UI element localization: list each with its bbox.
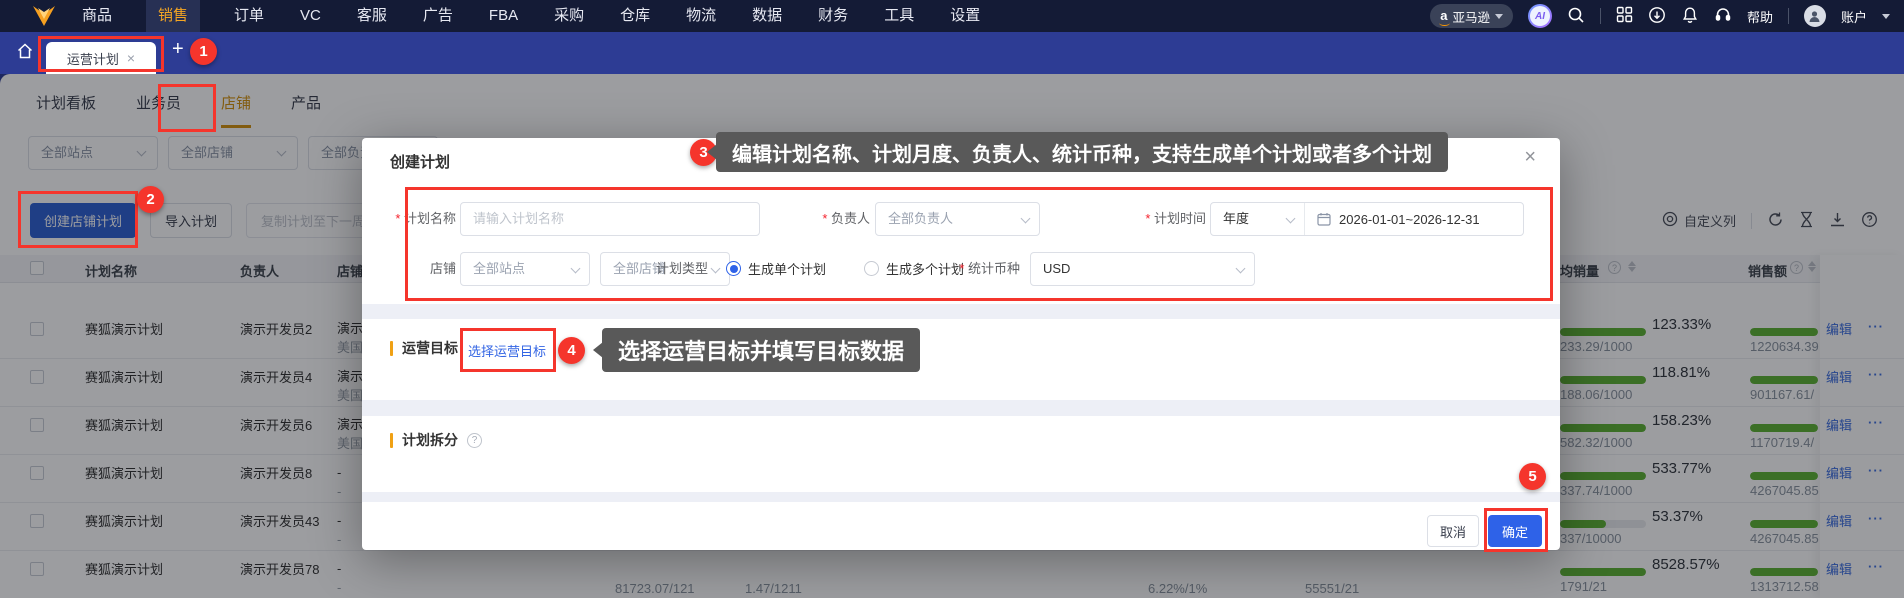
support-headset-icon[interactable] [1714,6,1732,27]
section-divider [362,304,1560,319]
chevron-down-icon [1882,13,1890,19]
nav-item[interactable]: 客服 [355,0,389,32]
annotation-box-tab [38,36,164,72]
divider [1787,8,1789,24]
nav-item[interactable]: 商品 [80,0,114,32]
nav-right-cluster: a 亚马逊 AI 帮助 账户 [1430,0,1890,32]
nav-item[interactable]: 广告 [421,0,455,32]
annotation-tooltip-4: 选择运营目标并填写目标数据 [592,328,921,372]
nav-item[interactable]: 物流 [684,0,718,32]
account-menu[interactable]: 账户 [1841,7,1867,26]
split-section-title: 计划拆分 ? [390,430,482,450]
notifications-bell-icon[interactable] [1681,6,1699,27]
close-icon[interactable]: × [1524,146,1536,169]
cancel-button[interactable]: 取消 [1427,515,1479,547]
section-bar-icon [390,340,393,356]
nav-item[interactable]: 设置 [948,0,982,32]
annotation-step-4: 4 [558,337,585,364]
modal-title: 创建计划 [390,154,451,171]
annotation-box-goal-link [460,328,556,372]
annotation-tooltip-3: 编辑计划名称、计划月度、负责人、统计币种，支持生成单个计划或者多个计划 [707,132,1448,172]
search-icon[interactable] [1567,6,1585,27]
nav-item[interactable]: 工具 [882,0,916,32]
ai-assistant-button[interactable]: AI [1527,4,1552,28]
nav-item[interactable]: 数据 [750,0,784,32]
section-divider [362,400,1560,416]
nav-item[interactable]: VC [298,0,323,32]
section-divider [362,492,1560,502]
app-logo-icon [30,4,58,31]
add-tab-button[interactable]: + [172,38,184,61]
home-icon[interactable] [16,42,34,63]
amazon-icon: a [1439,8,1451,26]
nav-item[interactable]: 仓库 [618,0,652,32]
goal-section-title: 运营目标 [390,338,458,358]
marketplace-switcher[interactable]: a 亚马逊 [1430,4,1513,28]
top-nav: 商品 销售 订单 VC 客服 广告 FBA 采购 仓库 物流 数据 财务 工具 设置 a 亚马逊 AI 帮… [0,0,1904,32]
nav-item[interactable]: FBA [487,0,520,32]
chevron-down-icon [1494,13,1503,19]
annotation-step-2: 2 [137,186,164,213]
divider [1599,8,1601,24]
annotation-box-confirm [1484,508,1548,552]
annotation-box-create-button [18,191,138,248]
nav-item[interactable]: 财务 [816,0,850,32]
nav-item[interactable]: 采购 [552,0,586,32]
annotation-step-5: 5 [1519,463,1546,490]
help-circle-icon[interactable]: ? [467,432,482,448]
annotation-box-form [405,187,1553,301]
download-circle-icon[interactable] [1648,6,1666,27]
section-bar-icon [390,432,393,448]
annotation-step-1: 1 [190,38,217,65]
help-link[interactable]: 帮助 [1747,7,1773,26]
user-avatar[interactable] [1803,5,1826,27]
annotation-box-store-tab [158,84,216,132]
marketplace-label: 亚马逊 [1452,10,1490,25]
nav-item[interactable]: 订单 [232,0,266,32]
apps-grid-icon[interactable] [1616,6,1633,26]
nav-item[interactable]: 销售 [146,0,201,32]
nav-menu: 商品 销售 订单 VC 客服 广告 FBA 采购 仓库 物流 数据 财务 工具 设置 [80,0,982,32]
